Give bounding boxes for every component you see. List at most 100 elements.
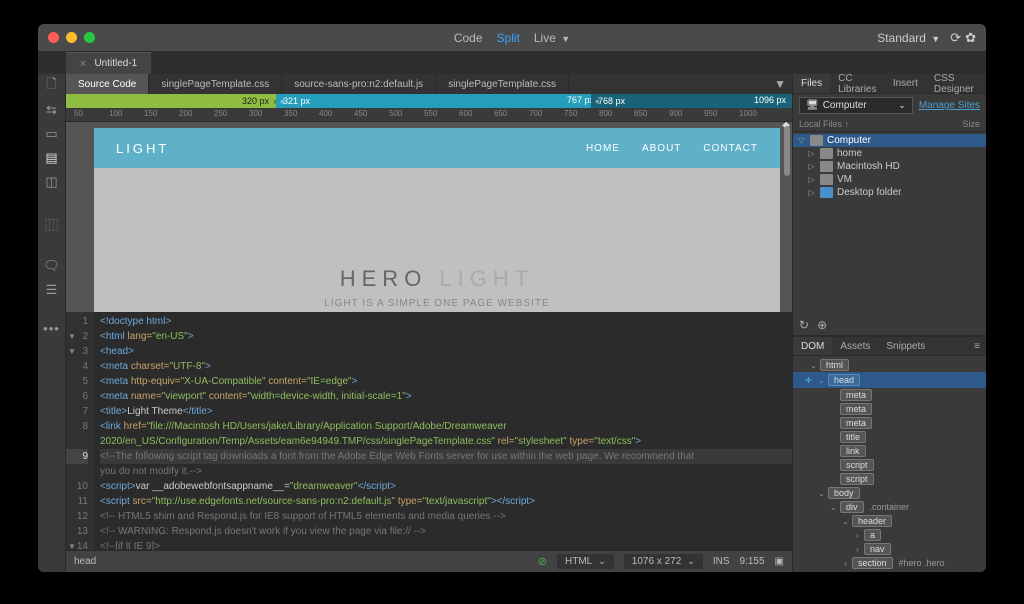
dom-tree-node[interactable]: ⌄div.container (793, 500, 986, 514)
more-tools-icon[interactable]: ••• (44, 320, 60, 336)
panel-tab-snippets[interactable]: Snippets (878, 337, 933, 355)
dom-tree-node[interactable]: +⌄head (793, 372, 986, 388)
refresh-icon[interactable]: ↻ (799, 318, 809, 332)
files-tree-item[interactable]: ▷VM (793, 173, 986, 186)
no-errors-icon[interactable]: ⊘ (538, 555, 547, 568)
dom-tree-node[interactable]: meta (793, 402, 986, 416)
language-mode[interactable]: HTML ⌄ (557, 554, 614, 569)
view-code[interactable]: Code (454, 31, 483, 45)
related-file[interactable]: source-sans-pro:n2:default.js (282, 74, 436, 94)
hero-title: HERO LIGHT (94, 266, 780, 292)
preview-nav: HOME ABOUT CONTACT (586, 143, 758, 154)
dom-tree-node[interactable]: link (793, 444, 986, 458)
preview-nav-link[interactable]: ABOUT (642, 143, 681, 154)
add-node-icon[interactable]: + (805, 373, 815, 387)
files-tree-item[interactable]: ▽Computer (793, 134, 986, 147)
mq-segment[interactable]: 320 px››› (66, 94, 276, 108)
preview-document[interactable]: LIGHT HOME ABOUT CONTACT HERO LIGHT LIGH… (94, 128, 780, 312)
sync-settings-icon[interactable]: ⟳ (950, 30, 961, 46)
file-management-icon[interactable]: 🗋 (44, 78, 60, 94)
insert-mode[interactable]: INS (713, 556, 730, 567)
site-scope-select[interactable]: 🖥Computer⌄ (799, 97, 913, 114)
manage-sites-link[interactable]: Manage Sites (919, 100, 980, 111)
dom-tree-node[interactable]: ›section#hero .hero (793, 556, 986, 570)
close-window-button[interactable] (48, 32, 59, 43)
panel-tab-css[interactable]: CSS Designer (926, 74, 986, 93)
files-panel-tabs: Files CC Libraries Insert CSS Designer (793, 74, 986, 94)
panel-tab-insert[interactable]: Insert (885, 74, 926, 93)
status-bar: head ⊘ HTML ⌄ 1076 x 272 ⌄ INS 9:155 ▣ (66, 550, 792, 572)
document-tab-title: Untitled-1 (94, 58, 137, 69)
view-split[interactable]: Split (497, 31, 520, 45)
settings-icon[interactable]: ✿ (965, 30, 976, 46)
dom-tree-node[interactable]: ⌄body (793, 486, 986, 500)
line-gutter[interactable]: 1▼2▼345678910111213▼1415161718▼19 (66, 312, 94, 550)
app-window: Code Split Live ▼ Standard ▼ ⟳ ✿ × Untit… (38, 24, 986, 572)
preview-hero: HERO LIGHT LIGHT IS A SIMPLE ONE PAGE WE… (94, 168, 780, 309)
panel-menu-icon[interactable]: ≡ (966, 337, 986, 355)
preview-nav-link[interactable]: CONTACT (703, 143, 758, 154)
close-tab-icon[interactable]: × (80, 58, 86, 70)
preview-brand: LIGHT (116, 141, 169, 156)
titlebar: Code Split Live ▼ Standard ▼ ⟳ ✿ (38, 24, 986, 52)
dom-tree-node[interactable]: meta (793, 388, 986, 402)
cursor-position: 9:155 (740, 556, 765, 567)
chevron-down-icon: ▼ (561, 34, 570, 44)
media-query-bar[interactable]: 320 px››› ‹‹‹321 px 767 px ‹‹‹768 px 109… (66, 94, 792, 108)
code-editor[interactable]: 1▼2▼345678910111213▼1415161718▼19 <!doct… (66, 312, 792, 550)
mq-label: 1096 px (754, 95, 786, 105)
dom-tree-node[interactable]: script (793, 472, 986, 486)
view-live[interactable]: Live ▼ (534, 31, 570, 45)
dom-tree-node[interactable]: ›nav (793, 542, 986, 556)
panel-tab-dom[interactable]: DOM (793, 337, 832, 355)
dom-tree[interactable]: ⌄html+⌄headmetametametatitlelinkscriptsc… (793, 356, 986, 572)
dom-panel-tabs: DOM Assets Snippets ≡ (793, 336, 986, 356)
left-toolbar: 🗋 ⇆ ▭ ▤ ◫ ⿲ 🗨 ☰ ••• (38, 74, 66, 572)
related-file[interactable]: singlePageTemplate.css (149, 74, 282, 94)
mq-label: 767 px (567, 95, 594, 105)
computer-icon: 🖥 (806, 100, 819, 111)
maximize-window-button[interactable] (84, 32, 95, 43)
panel-tab-files[interactable]: Files (793, 74, 830, 93)
right-panel: Files CC Libraries Insert CSS Designer 🖥… (792, 74, 986, 572)
files-tree-item[interactable]: ▷Macintosh HD (793, 160, 986, 173)
minimize-window-button[interactable] (66, 32, 77, 43)
panel-tab-assets[interactable]: Assets (832, 337, 878, 355)
hero-subtitle: LIGHT IS A SIMPLE ONE PAGE WEBSITE (94, 298, 780, 309)
scrollbar-thumb[interactable] (784, 126, 790, 176)
comment-icon[interactable]: 🗨 (44, 258, 60, 274)
tag-selector[interactable]: head (74, 556, 96, 567)
collapse-icon[interactable]: ⿲ (44, 216, 60, 232)
inspect-icon[interactable]: ◫ (44, 174, 60, 190)
document-tabstrip: × Untitled-1 (38, 52, 986, 74)
mq-segment[interactable]: ‹‹‹321 px (276, 94, 591, 108)
code-content[interactable]: <!doctype html><html lang="en-US"><head>… (94, 312, 792, 550)
filter-icon[interactable]: ▼ (774, 77, 786, 91)
dom-tree-node[interactable]: script (793, 458, 986, 472)
chevron-down-icon: ▼ (931, 34, 940, 44)
preview-icon[interactable]: ▣ (775, 556, 784, 567)
panel-tab-cclibs[interactable]: CC Libraries (830, 74, 885, 93)
dom-tree-node[interactable]: ›a (793, 528, 986, 542)
related-file[interactable]: Source Code (66, 74, 149, 94)
files-tree-item[interactable]: ▷home (793, 147, 986, 160)
live-preview-pane[interactable]: ◆ LIGHT HOME ABOUT CONTACT HERO LIGHT LI… (66, 122, 792, 312)
live-options-icon[interactable]: ⇆ (44, 102, 60, 118)
dom-tree-node[interactable]: title (793, 430, 986, 444)
files-columns[interactable]: Local Files ↑Size (793, 117, 986, 132)
format-icon[interactable]: ☰ (44, 282, 60, 298)
workspace-switcher[interactable]: Standard ▼ (877, 31, 940, 45)
collect-icon[interactable]: ⊕ (817, 318, 827, 332)
related-file[interactable]: singlePageTemplate.css (436, 74, 569, 94)
window-size[interactable]: 1076 x 272 ⌄ (624, 554, 703, 569)
preview-nav-link[interactable]: HOME (586, 143, 620, 154)
live-view-icon[interactable]: ▤ (44, 150, 60, 166)
files-tree[interactable]: ▽Computer▷home▷Macintosh HD▷VM▷Desktop f… (793, 132, 986, 201)
expand-icon[interactable]: ▭ (44, 126, 60, 142)
dom-tree-node[interactable]: ⌄header (793, 514, 986, 528)
dom-tree-node[interactable]: meta (793, 416, 986, 430)
files-tree-item[interactable]: ▷Desktop folder (793, 186, 986, 199)
dom-tree-node[interactable]: ⌄html (793, 358, 986, 372)
ruler[interactable]: 5010015020025030035040045050055060065070… (66, 108, 792, 122)
document-tab[interactable]: × Untitled-1 (66, 52, 151, 74)
